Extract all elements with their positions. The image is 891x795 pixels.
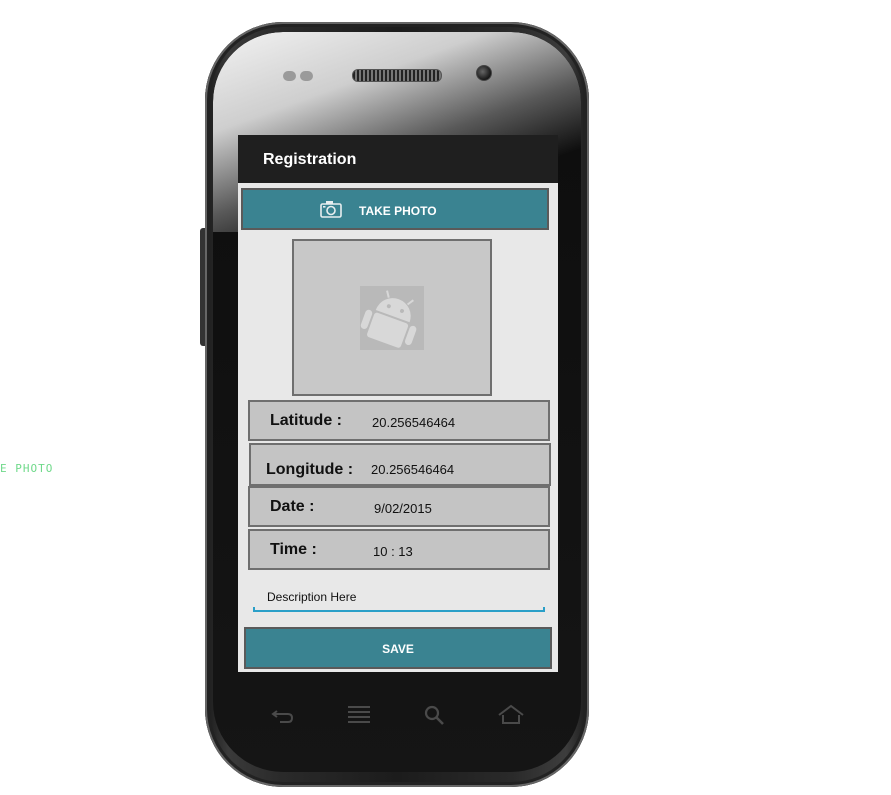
time-label: Time : [270,541,317,558]
side-label: E PHOTO [0,462,54,475]
time-row: Time : 10 : 13 [248,529,550,570]
camera-icon [320,201,342,218]
description-underline [253,607,545,612]
date-row: Date : 9/02/2015 [248,486,550,527]
longitude-row: Longitude : 20.256546464 [249,443,551,486]
proximity-sensors [283,68,319,81]
home-icon[interactable] [497,703,525,727]
system-nav-bar [265,703,535,729]
menu-icon[interactable] [345,703,373,727]
take-photo-button[interactable]: TAKE PHOTO [241,188,549,230]
front-camera [476,65,492,81]
date-label: Date : [270,498,315,515]
latitude-label: Latitude : [270,412,342,429]
save-label: SAVE [382,642,414,656]
time-value: 10 : 13 [373,544,413,559]
photo-preview[interactable] [292,239,492,396]
action-bar: Registration [238,135,558,183]
latitude-row: Latitude : 20.256546464 [248,400,550,441]
date-value: 9/02/2015 [374,501,432,516]
app-screen: Registration TAKE PHOTO Latitude: 20.25… [238,135,558,672]
take-photo-label: TAKE PHOTO [359,204,437,218]
earpiece-speaker [352,69,442,82]
search-icon[interactable] [421,703,449,727]
longitude-label: Longitude : [266,461,354,478]
longitude-value: 20.256546464 [371,462,455,477]
save-button[interactable]: SAVE [244,627,552,669]
back-icon[interactable] [268,703,296,727]
description-field[interactable] [253,585,545,609]
android-image-placeholder-icon [360,286,424,350]
stage: E PHOTO Registration TAKE PHOTO Latitude… [0,0,891,795]
page-title: Registration [263,151,357,168]
latitude-value: 20.256546464 [372,415,456,430]
